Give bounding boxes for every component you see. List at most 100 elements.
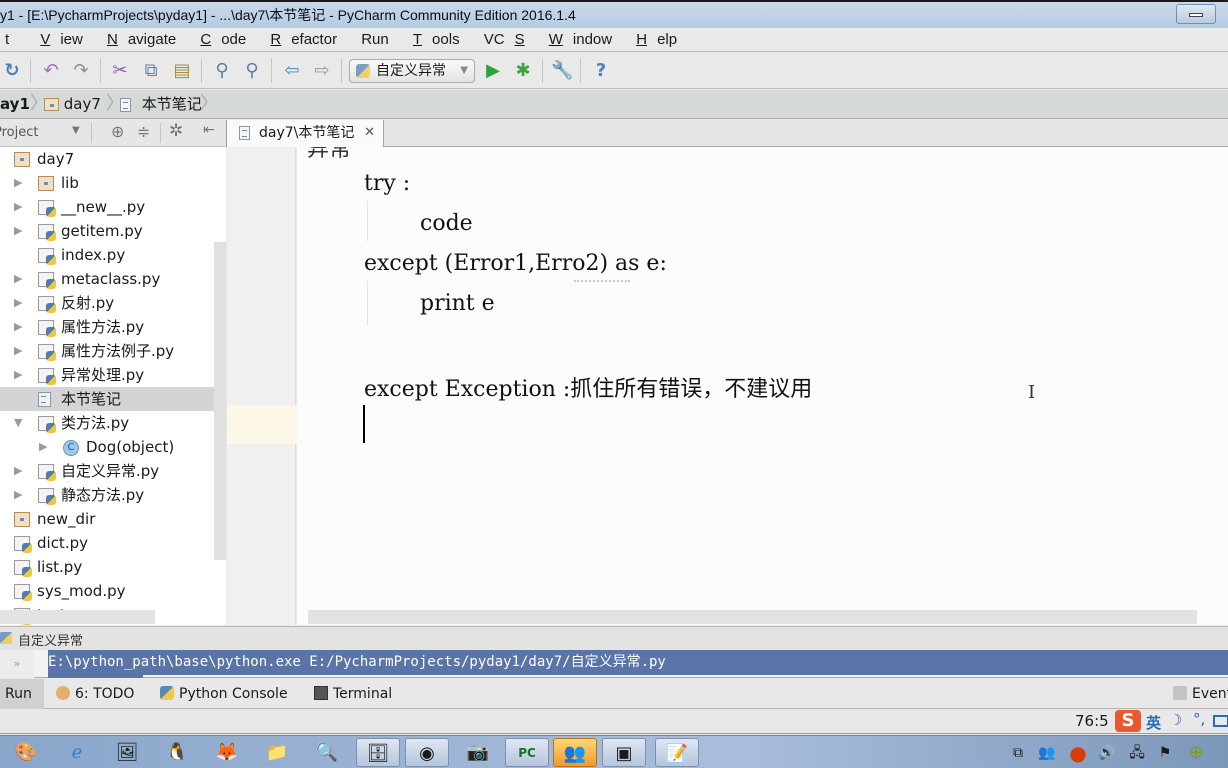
- tree-item[interactable]: 本节笔记: [0, 387, 226, 411]
- debug-icon[interactable]: ✱: [512, 60, 534, 82]
- hide-panel-icon[interactable]: ⇤: [203, 122, 215, 138]
- editor-horizontal-scrollbar[interactable]: [308, 610, 1197, 624]
- minimize-button[interactable]: [1176, 4, 1216, 24]
- collapsed-arrow-icon[interactable]: ▶: [14, 483, 22, 507]
- tree-item[interactable]: ▼ 类方法.py: [0, 411, 226, 435]
- keyboard-icon[interactable]: [1213, 715, 1228, 727]
- paste-icon[interactable]: ▤: [171, 60, 193, 82]
- firefox-icon[interactable]: 🦊: [205, 738, 249, 767]
- undo-icon[interactable]: ↶: [40, 60, 62, 82]
- media-icon[interactable]: 🖼: [105, 738, 149, 767]
- tree-item[interactable]: ▶ 静态方法.py: [0, 483, 226, 507]
- contacts-icon[interactable]: 👥: [553, 738, 597, 767]
- breadcrumb-day7[interactable]: day7: [44, 90, 101, 119]
- run-console[interactable]: » E:\python_path\base\python.exe E:/Pych…: [0, 650, 1228, 678]
- tool-window-run[interactable]: Run: [0, 679, 44, 709]
- project-tree-horizontal-scrollbar[interactable]: [0, 610, 155, 624]
- collapsed-arrow-icon[interactable]: ▶: [14, 267, 22, 291]
- tree-item[interactable]: ▶ 属性方法例子.py: [0, 339, 226, 363]
- expanded-arrow-icon[interactable]: ▼: [14, 411, 22, 435]
- tree-item[interactable]: ▶ lib: [0, 171, 226, 195]
- menu-vcs[interactable]: VC S: [474, 28, 535, 52]
- collapsed-arrow-icon[interactable]: ▶: [14, 291, 22, 315]
- tree-item[interactable]: ▶ 反射.py: [0, 291, 226, 315]
- back-icon[interactable]: ⇦: [281, 60, 303, 82]
- tree-item[interactable]: sys_mod.py: [0, 579, 226, 603]
- tree-item[interactable]: list.py: [0, 555, 226, 579]
- copy-icon[interactable]: ⧉: [140, 60, 162, 82]
- menu-tools[interactable]: Tools: [403, 28, 470, 52]
- collapsed-arrow-icon[interactable]: ▶: [14, 195, 22, 219]
- menu-edit[interactable]: t: [0, 28, 19, 52]
- cut-icon[interactable]: ✂: [109, 60, 131, 82]
- forward-icon[interactable]: ⇨: [311, 60, 333, 82]
- project-view-dropdown[interactable]: Project: [0, 125, 38, 140]
- collapsed-arrow-icon[interactable]: ▶: [39, 435, 47, 459]
- collapse-all-icon[interactable]: ≑: [137, 122, 150, 141]
- breadcrumb-project[interactable]: ay1: [0, 90, 30, 119]
- pycharm-icon[interactable]: PC: [505, 738, 549, 767]
- vm-icon[interactable]: ▣: [602, 738, 646, 767]
- chrome-icon[interactable]: ◉: [405, 738, 449, 767]
- tray-volume-icon[interactable]: 🔊: [1097, 743, 1117, 763]
- menu-run[interactable]: Run: [351, 28, 399, 52]
- search-window-icon[interactable]: 🔍: [305, 738, 349, 767]
- breadcrumb-file[interactable]: 本节笔记: [120, 90, 202, 119]
- help-icon[interactable]: ?: [590, 60, 612, 82]
- tray-display-icon[interactable]: ⧉: [1008, 743, 1028, 763]
- start-icon[interactable]: 🎨: [4, 738, 48, 767]
- settings-icon[interactable]: 🔧: [551, 60, 573, 82]
- collapsed-arrow-icon[interactable]: ▶: [14, 363, 22, 387]
- gear-icon[interactable]: ✲: [169, 121, 183, 141]
- run-icon[interactable]: ▶: [482, 60, 504, 82]
- code-editor[interactable]: 异常 try : code except (Error1,Erro2) as e…: [297, 147, 1228, 625]
- menu-navigate[interactable]: Navigate: [97, 28, 186, 52]
- caret-position[interactable]: 76:5: [1075, 712, 1109, 730]
- redo-icon[interactable]: ↷: [70, 60, 92, 82]
- collapsed-arrow-icon[interactable]: ▶: [14, 315, 22, 339]
- explorer-icon[interactable]: 📁: [255, 738, 299, 767]
- run-configuration-dropdown[interactable]: 自定义异常 ▼: [349, 59, 475, 83]
- replace-icon[interactable]: ⚲: [241, 60, 263, 82]
- tool-window-todo[interactable]: 6: TODO: [56, 679, 134, 709]
- collapsed-arrow-icon[interactable]: ▶: [14, 459, 22, 483]
- tray-contacts-icon[interactable]: 👥: [1037, 743, 1057, 763]
- tree-item[interactable]: ▶ 异常处理.py: [0, 363, 226, 387]
- expand-icon[interactable]: »: [0, 650, 34, 678]
- camera-icon[interactable]: 📷: [456, 738, 500, 767]
- tray-add-icon[interactable]: ⊕: [1186, 743, 1206, 763]
- tool-window-event-log[interactable]: Event: [1173, 679, 1228, 709]
- tree-item[interactable]: index.py: [0, 243, 226, 267]
- menu-window[interactable]: Window: [539, 28, 622, 52]
- notepad-icon[interactable]: 📝: [655, 738, 699, 767]
- project-tree-scrollbar[interactable]: [214, 242, 226, 560]
- moon-icon[interactable]: ☽: [1169, 711, 1182, 729]
- qq-icon[interactable]: 🐧: [155, 738, 199, 767]
- menu-refactor[interactable]: Refactor: [260, 28, 347, 52]
- find-icon[interactable]: ⚲: [211, 60, 233, 82]
- collapsed-arrow-icon[interactable]: ▶: [14, 339, 22, 363]
- ime-mode[interactable]: 英: [1146, 712, 1161, 733]
- tool-window-terminal[interactable]: Terminal: [314, 679, 392, 709]
- tree-item[interactable]: ▶ 属性方法.py: [0, 315, 226, 339]
- tree-item[interactable]: ▶ C Dog(object): [0, 435, 226, 459]
- tree-item[interactable]: ▶ 自定义异常.py: [0, 459, 226, 483]
- tree-item[interactable]: new_dir: [0, 507, 226, 531]
- scroll-from-source-icon[interactable]: ⊕: [111, 122, 124, 141]
- archive-icon[interactable]: 🗄: [356, 738, 400, 767]
- close-icon[interactable]: ✕: [364, 120, 375, 146]
- tree-item[interactable]: day7: [0, 147, 226, 171]
- tree-item[interactable]: ▶ metaclass.py: [0, 267, 226, 291]
- menu-view[interactable]: View: [23, 28, 93, 52]
- tray-usb-icon[interactable]: ⚑: [1155, 743, 1175, 763]
- tree-item[interactable]: dict.py: [0, 531, 226, 555]
- menu-code[interactable]: Code: [190, 28, 256, 52]
- tool-window-python-console[interactable]: Python Console: [160, 679, 288, 709]
- punctuation-icon[interactable]: °,: [1193, 710, 1205, 728]
- collapsed-arrow-icon[interactable]: ▶: [14, 219, 22, 243]
- tree-item[interactable]: ▶ getitem.py: [0, 219, 226, 243]
- tray-network-icon[interactable]: 🖧: [1127, 743, 1147, 763]
- ime-toolbar[interactable]: S 英 ☽ °,: [1113, 710, 1228, 734]
- collapsed-arrow-icon[interactable]: ▶: [14, 171, 22, 195]
- tray-record-icon[interactable]: ●: [1068, 743, 1088, 763]
